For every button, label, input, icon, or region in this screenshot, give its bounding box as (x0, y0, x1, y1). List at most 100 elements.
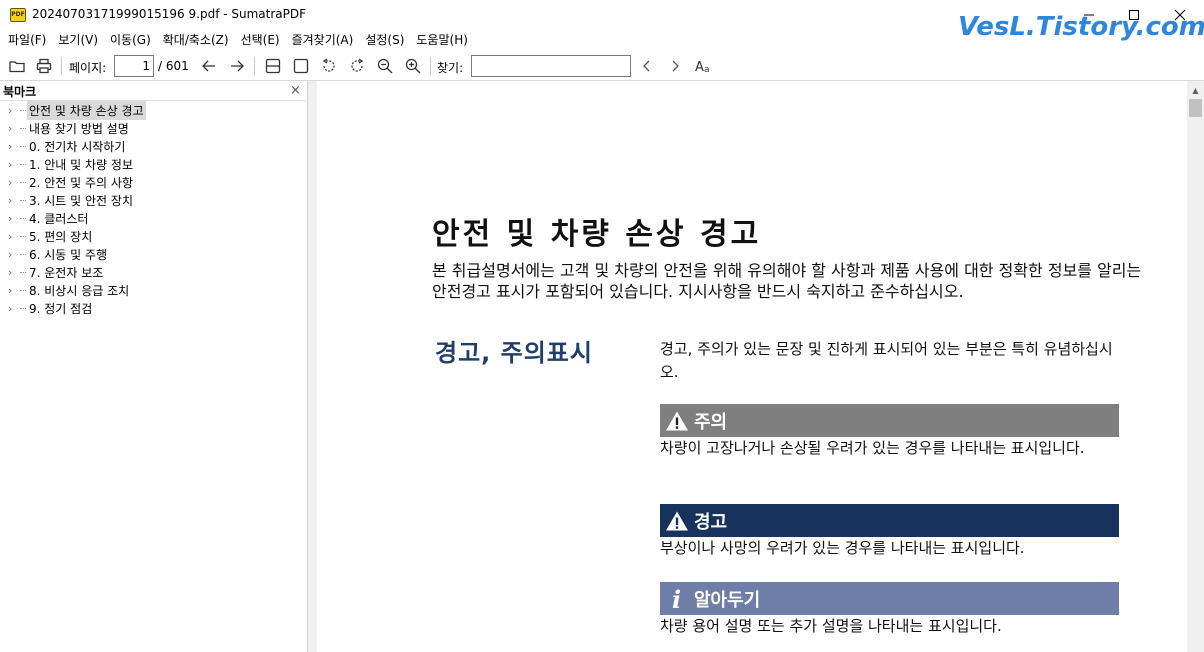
bookmark-label: 5. 편의 장치 (29, 229, 93, 244)
sidebar-splitter[interactable] (308, 81, 317, 652)
menu-favorites[interactable]: 즐겨찾기(A) (286, 30, 360, 51)
tree-connector (20, 163, 26, 165)
bookmark-item[interactable]: › 5. 편의 장치 (0, 227, 306, 245)
zoom-in-button[interactable] (402, 55, 424, 77)
tree-connector (20, 235, 26, 237)
bookmark-item[interactable]: › 안전 및 차량 손상 경고 (0, 100, 306, 120)
chevron-left-icon (643, 60, 650, 72)
maximize-icon (1129, 10, 1139, 20)
sidebar-close-button[interactable]: × (290, 83, 301, 98)
bookmark-item[interactable]: › 2. 안전 및 주의 사항 (0, 173, 306, 191)
chevron-right-icon[interactable]: › (8, 266, 20, 279)
tree-connector (20, 199, 26, 201)
menu-settings[interactable]: 설정(S) (359, 30, 410, 51)
bookmark-item[interactable]: › 0. 전기차 시작하기 (0, 137, 306, 155)
page-label: 페이지: (69, 61, 107, 75)
chevron-right-icon[interactable]: › (8, 158, 20, 171)
zoom-out-button[interactable] (374, 55, 396, 77)
sidebar-header: 북마크 × (0, 81, 308, 101)
warning-triangle-icon (660, 504, 694, 537)
bookmark-label: 0. 전기차 시작하기 (29, 139, 126, 154)
find-input[interactable] (471, 55, 631, 77)
menu-select[interactable]: 선택(E) (235, 30, 286, 51)
chevron-right-icon (672, 60, 679, 72)
tree-connector (20, 289, 26, 291)
note-label-text: 알아두기 (694, 589, 761, 611)
document-canvas[interactable]: 안전 및 차량 손상 경고 본 취급설명서에는 고객 및 차량의 안전을 위해 … (317, 81, 1187, 652)
chevron-right-icon[interactable]: › (8, 302, 20, 315)
zoom-out-icon (377, 58, 393, 74)
bookmark-label: 7. 운전자 보조 (29, 265, 104, 280)
scroll-up-arrow-icon[interactable]: ▲ (1187, 83, 1204, 97)
menu-file[interactable]: 파일(F) (2, 30, 52, 51)
next-page-button[interactable] (226, 55, 248, 77)
chevron-right-icon[interactable]: › (8, 140, 20, 153)
bookmark-item[interactable]: › 4. 클러스터 (0, 209, 306, 227)
chevron-right-icon[interactable]: › (8, 212, 20, 225)
previous-page-button[interactable] (198, 55, 220, 77)
bookmark-item[interactable]: › 9. 정기 점검 (0, 299, 306, 317)
bookmark-list: › 안전 및 차량 손상 경고 › 내용 찾기 방법 설명 › 0. 전기차 시작하기… (0, 100, 306, 317)
bookmark-label: 안전 및 차량 손상 경고 (27, 100, 146, 120)
match-case-button[interactable]: Aa (692, 55, 714, 77)
info-icon: i (660, 582, 694, 615)
find-previous-button[interactable] (636, 55, 658, 77)
chevron-right-icon[interactable]: › (8, 104, 20, 117)
bookmark-label: 9. 정기 점검 (29, 301, 93, 316)
rotate-right-icon (351, 58, 364, 72)
menu-zoom[interactable]: 확대/축소(Z) (157, 30, 235, 51)
svg-text:i: i (672, 586, 681, 612)
bookmark-item[interactable]: › 3. 시트 및 안전 장치 (0, 191, 306, 209)
menu-help[interactable]: 도움말(H) (410, 30, 474, 51)
intro-paragraph: 본 취급설명서에는 고객 및 차량의 안전을 위해 유의해야 할 사항과 제품 … (432, 261, 1142, 301)
chevron-right-icon[interactable]: › (8, 176, 20, 189)
note-description: 차량 용어 설명 또는 추가 설명을 나타내는 표시입니다. (660, 617, 1002, 635)
chevron-right-icon[interactable]: › (8, 194, 20, 207)
fit-page-icon (293, 58, 309, 74)
rotate-left-button[interactable] (318, 55, 340, 77)
print-button[interactable] (33, 55, 55, 77)
bookmark-item[interactable]: › 내용 찾기 방법 설명 (0, 119, 306, 137)
bookmarks-sidebar: 북마크 × › 안전 및 차량 손상 경고 › 내용 찾기 방법 설명 › 0. 전기… (0, 81, 308, 652)
sumatrapdf-app-icon: PDF (10, 8, 26, 22)
bookmark-label: 내용 찾기 방법 설명 (29, 121, 129, 136)
menu-go[interactable]: 이동(G) (104, 30, 157, 51)
folder-icon (9, 61, 25, 73)
bookmark-item[interactable]: › 7. 운전자 보조 (0, 263, 306, 281)
note-label-box: i 알아두기 (660, 582, 1119, 615)
menu-view[interactable]: 보기(V) (52, 30, 104, 51)
chevron-right-icon[interactable]: › (8, 122, 20, 135)
tree-connector (20, 253, 26, 255)
close-window-button[interactable] (1157, 0, 1203, 30)
svg-text:A: A (695, 60, 704, 75)
tree-connector (20, 181, 26, 183)
match-case-icon: Aa (695, 60, 710, 75)
toolbar-separator (254, 57, 255, 75)
find-label: 찾기: (437, 61, 464, 75)
find-next-button[interactable] (664, 55, 686, 77)
bookmark-item[interactable]: › 1. 안내 및 차량 정보 (0, 155, 306, 173)
warning-label-text: 경고 (694, 511, 728, 533)
arrow-left-icon (202, 60, 215, 72)
warning-label-box: 경고 (660, 504, 1119, 537)
bookmark-item[interactable]: › 6. 시동 및 주행 (0, 245, 306, 263)
scrollbar-thumb[interactable] (1189, 99, 1202, 117)
rotate-right-button[interactable] (346, 55, 368, 77)
open-button[interactable] (6, 55, 28, 77)
chevron-right-icon[interactable]: › (8, 284, 20, 297)
bookmark-item[interactable]: › 8. 비상시 응급 조치 (0, 281, 306, 299)
vertical-scrollbar[interactable]: ▲ (1187, 81, 1204, 652)
toolbar-separator (430, 57, 431, 75)
window-title: 20240703171999015196 9.pdf - SumatraPDF (32, 7, 307, 21)
page-number-input[interactable] (114, 55, 154, 77)
bookmark-label: 8. 비상시 응급 조치 (29, 283, 130, 298)
fit-width-button[interactable] (262, 55, 284, 77)
chevron-right-icon[interactable]: › (8, 230, 20, 243)
minimize-icon (1084, 14, 1094, 16)
page-heading: 안전 및 차량 손상 경고 (432, 217, 762, 252)
maximize-button[interactable] (1111, 0, 1157, 30)
page-total: / 601 (158, 59, 189, 73)
chevron-right-icon[interactable]: › (8, 248, 20, 261)
fit-page-button[interactable] (290, 55, 312, 77)
minimize-button[interactable] (1066, 0, 1112, 30)
